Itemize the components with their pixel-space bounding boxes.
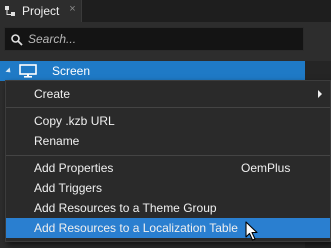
tab-project[interactable]: Project × bbox=[0, 0, 82, 22]
search-input[interactable] bbox=[28, 31, 288, 47]
tree-item-screen[interactable]: Screen bbox=[0, 61, 305, 81]
context-menu: Create Copy .kzb URL Rename Add Properti… bbox=[5, 80, 331, 242]
menu-item-add-resources-theme-group[interactable]: Add Resources to a Theme Group bbox=[6, 198, 330, 218]
expand-arrow-icon[interactable] bbox=[5, 67, 13, 75]
menu-separator bbox=[6, 107, 330, 108]
screen-icon bbox=[19, 64, 37, 78]
menu-item-label: Create bbox=[34, 87, 71, 101]
menu-item-label: Add Properties bbox=[34, 161, 114, 175]
menu-item-rename[interactable]: Rename bbox=[6, 131, 330, 151]
menu-item-label: Rename bbox=[34, 134, 80, 148]
menu-item-add-triggers[interactable]: Add Triggers bbox=[6, 178, 330, 198]
menu-item-add-properties[interactable]: Add Properties OemPlus bbox=[6, 158, 330, 178]
tab-close-icon[interactable]: × bbox=[67, 4, 78, 15]
menu-item-add-resources-localization-table[interactable]: Add Resources to a Localization Table bbox=[6, 218, 330, 238]
menu-item-label: Add Resources to a Theme Group bbox=[34, 201, 217, 215]
menu-item-label: Copy .kzb URL bbox=[34, 114, 115, 128]
tab-title: Project bbox=[22, 4, 60, 18]
menu-separator bbox=[6, 155, 330, 156]
submenu-arrow-icon bbox=[318, 90, 322, 98]
mouse-cursor-icon bbox=[245, 221, 258, 241]
menu-item-shortcut: OemPlus bbox=[241, 161, 291, 175]
panel-tab-bar: Project × bbox=[0, 0, 331, 22]
menu-item-create[interactable]: Create bbox=[6, 84, 330, 104]
search-icon bbox=[11, 34, 23, 46]
menu-item-copy-kzb-url[interactable]: Copy .kzb URL bbox=[6, 111, 330, 131]
menu-item-label: Add Triggers bbox=[34, 181, 103, 195]
project-icon bbox=[5, 6, 15, 16]
search-box[interactable] bbox=[4, 27, 304, 51]
tree-item-label: Screen bbox=[52, 64, 91, 78]
menu-item-label: Add Resources to a Localization Table bbox=[34, 221, 238, 235]
